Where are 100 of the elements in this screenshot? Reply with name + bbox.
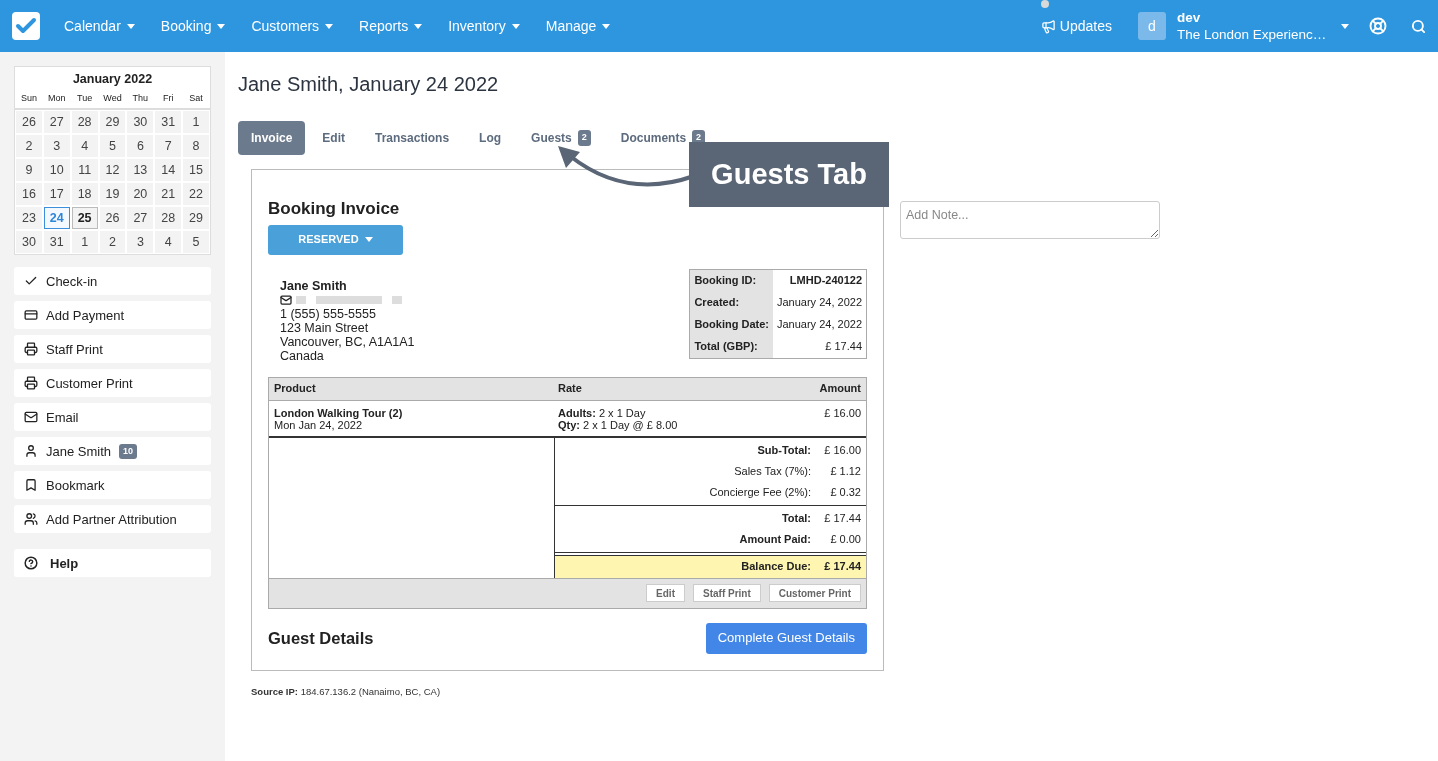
action-button[interactable]: Add Partner Attribution bbox=[14, 505, 211, 534]
complete-guest-details-button[interactable]: Complete Guest Details bbox=[705, 622, 867, 654]
printer-icon bbox=[24, 376, 38, 391]
calendar-day[interactable]: 22 bbox=[183, 183, 209, 206]
company-name: The London Experienc… bbox=[1177, 26, 1327, 43]
total-value: £ 17.44 bbox=[823, 510, 861, 526]
calendar-day[interactable]: 31 bbox=[43, 231, 70, 254]
calendar-day[interactable]: 9 bbox=[16, 159, 42, 182]
detail-value: LMHD-240122 bbox=[788, 273, 863, 289]
column-header: Rate bbox=[558, 381, 583, 397]
calendar-day[interactable]: 2 bbox=[16, 135, 42, 158]
user-name: dev bbox=[1177, 9, 1202, 26]
calendar-day[interactable]: 20 bbox=[127, 183, 154, 206]
weekday-label: Mon bbox=[47, 91, 67, 105]
calendar-day[interactable]: 5 bbox=[183, 231, 209, 254]
customer-name: Jane Smith bbox=[280, 278, 348, 293]
tab[interactable]: Transactions bbox=[362, 121, 463, 155]
help-icon[interactable] bbox=[1369, 17, 1387, 35]
action-button[interactable]: Email bbox=[14, 403, 211, 432]
guest-details-title: Guest Details bbox=[268, 627, 374, 649]
detail-value: £ 17.44 bbox=[824, 339, 863, 355]
user-avatar: d bbox=[1138, 12, 1166, 40]
total-label: Amount Paid: bbox=[739, 531, 811, 547]
printer-icon bbox=[24, 342, 38, 357]
calendar-day[interactable]: 31 bbox=[155, 111, 182, 134]
total-label: Concierge Fee (2%): bbox=[709, 484, 811, 500]
count-badge: 10 bbox=[119, 443, 138, 459]
bookmark-icon bbox=[24, 478, 38, 493]
tab[interactable]: Log bbox=[466, 121, 515, 155]
weekday-label: Fri bbox=[161, 91, 175, 105]
calendar-day[interactable]: 28 bbox=[155, 207, 182, 230]
calendar-title: January 2022 bbox=[71, 71, 154, 88]
rate-line: Adults: 2 x 1 Day bbox=[558, 406, 647, 419]
detail-label: Booking ID: bbox=[690, 269, 773, 292]
calendar-day[interactable]: 13 bbox=[127, 159, 154, 182]
action-button[interactable]: Customer Print bbox=[14, 369, 211, 398]
customer-detail: Vancouver, BC, A1A1A1 bbox=[280, 334, 415, 349]
tab[interactable]: Invoice bbox=[238, 121, 306, 155]
calendar-day[interactable]: 2 bbox=[99, 231, 126, 254]
calendar-day[interactable]: 10 bbox=[43, 159, 70, 182]
calendar-day[interactable]: 21 bbox=[155, 183, 182, 206]
total-value: £ 16.00 bbox=[823, 442, 861, 458]
calendar-day[interactable]: 30 bbox=[16, 231, 42, 254]
customer-detail: 123 Main Street bbox=[280, 320, 370, 335]
calendar-day[interactable]: 16 bbox=[16, 183, 42, 206]
calendar-day[interactable]: 4 bbox=[155, 231, 182, 254]
action-button[interactable]: Add Payment bbox=[14, 301, 211, 330]
calendar-day[interactable]: 30 bbox=[127, 111, 154, 134]
envelope-icon bbox=[24, 410, 38, 425]
weekday-label: Sat bbox=[188, 91, 204, 105]
calendar-day[interactable]: 14 bbox=[155, 159, 182, 182]
calendar-day[interactable]: 4 bbox=[71, 135, 98, 158]
mail-icon bbox=[280, 293, 292, 306]
calendar-day[interactable]: 1 bbox=[183, 111, 209, 134]
calendar-day[interactable]: 26 bbox=[16, 111, 42, 134]
caret-icon bbox=[364, 237, 373, 242]
calendar-day[interactable]: 26 bbox=[99, 207, 126, 230]
calendar-day[interactable]: 7 bbox=[155, 135, 182, 158]
calendar-day[interactable]: 28 bbox=[71, 111, 98, 134]
calendar-day[interactable]: 15 bbox=[183, 159, 209, 182]
detail-label: Total (GBP): bbox=[690, 335, 773, 358]
total-label: Sub-Total: bbox=[757, 442, 811, 458]
person-icon bbox=[24, 444, 38, 459]
footer-button[interactable]: Customer Print bbox=[768, 584, 861, 602]
calendar-day[interactable]: 8 bbox=[183, 135, 209, 158]
calendar-day[interactable]: 1 bbox=[71, 231, 98, 254]
total-value: £ 0.32 bbox=[829, 484, 861, 500]
calendar-day[interactable]: 18 bbox=[71, 183, 98, 206]
calendar-day[interactable]: 29 bbox=[99, 111, 126, 134]
calendar-day[interactable]: 12 bbox=[99, 159, 126, 182]
search-icon[interactable] bbox=[1411, 18, 1426, 34]
detail-value: January 24, 2022 bbox=[776, 295, 863, 311]
action-button[interactable]: Jane Smith 10 bbox=[14, 437, 211, 466]
amount-cell-text: £ 16.00 bbox=[824, 406, 861, 421]
action-button[interactable]: Check-in bbox=[14, 267, 211, 296]
help-button[interactable]: Help bbox=[14, 549, 211, 578]
calendar-day[interactable]: 17 bbox=[43, 183, 70, 206]
footer-button[interactable]: Edit bbox=[646, 584, 685, 602]
calendar-day[interactable]: 6 bbox=[127, 135, 154, 158]
calendar-day[interactable]: 29 bbox=[183, 207, 209, 230]
calendar-day[interactable]: 11 bbox=[71, 159, 98, 182]
tab[interactable]: Edit bbox=[309, 121, 359, 155]
calendar-day[interactable]: 27 bbox=[127, 207, 154, 230]
caret-icon bbox=[414, 23, 423, 29]
calendar-day[interactable]: 19 bbox=[99, 183, 126, 206]
column-header: Product bbox=[274, 381, 317, 397]
total-value: £ 0.00 bbox=[829, 531, 861, 547]
calendar-day[interactable]: 5 bbox=[99, 135, 126, 158]
calendar-day[interactable]: 23 bbox=[16, 207, 42, 230]
calendar-day[interactable]: 3 bbox=[127, 231, 154, 254]
action-button[interactable]: Staff Print bbox=[14, 335, 211, 364]
product-name: London Walking Tour (2) bbox=[274, 406, 404, 419]
balance-value: £ 17.44 bbox=[823, 559, 861, 575]
footer-button[interactable]: Staff Print bbox=[693, 584, 761, 602]
calendar-day[interactable]: 24 bbox=[43, 207, 70, 230]
note-field[interactable]: Add Note... bbox=[900, 201, 1160, 239]
action-button[interactable]: Bookmark bbox=[14, 471, 211, 500]
calendar-day[interactable]: 25 bbox=[71, 207, 98, 230]
calendar-day[interactable]: 3 bbox=[43, 135, 70, 158]
calendar-day[interactable]: 27 bbox=[43, 111, 70, 134]
